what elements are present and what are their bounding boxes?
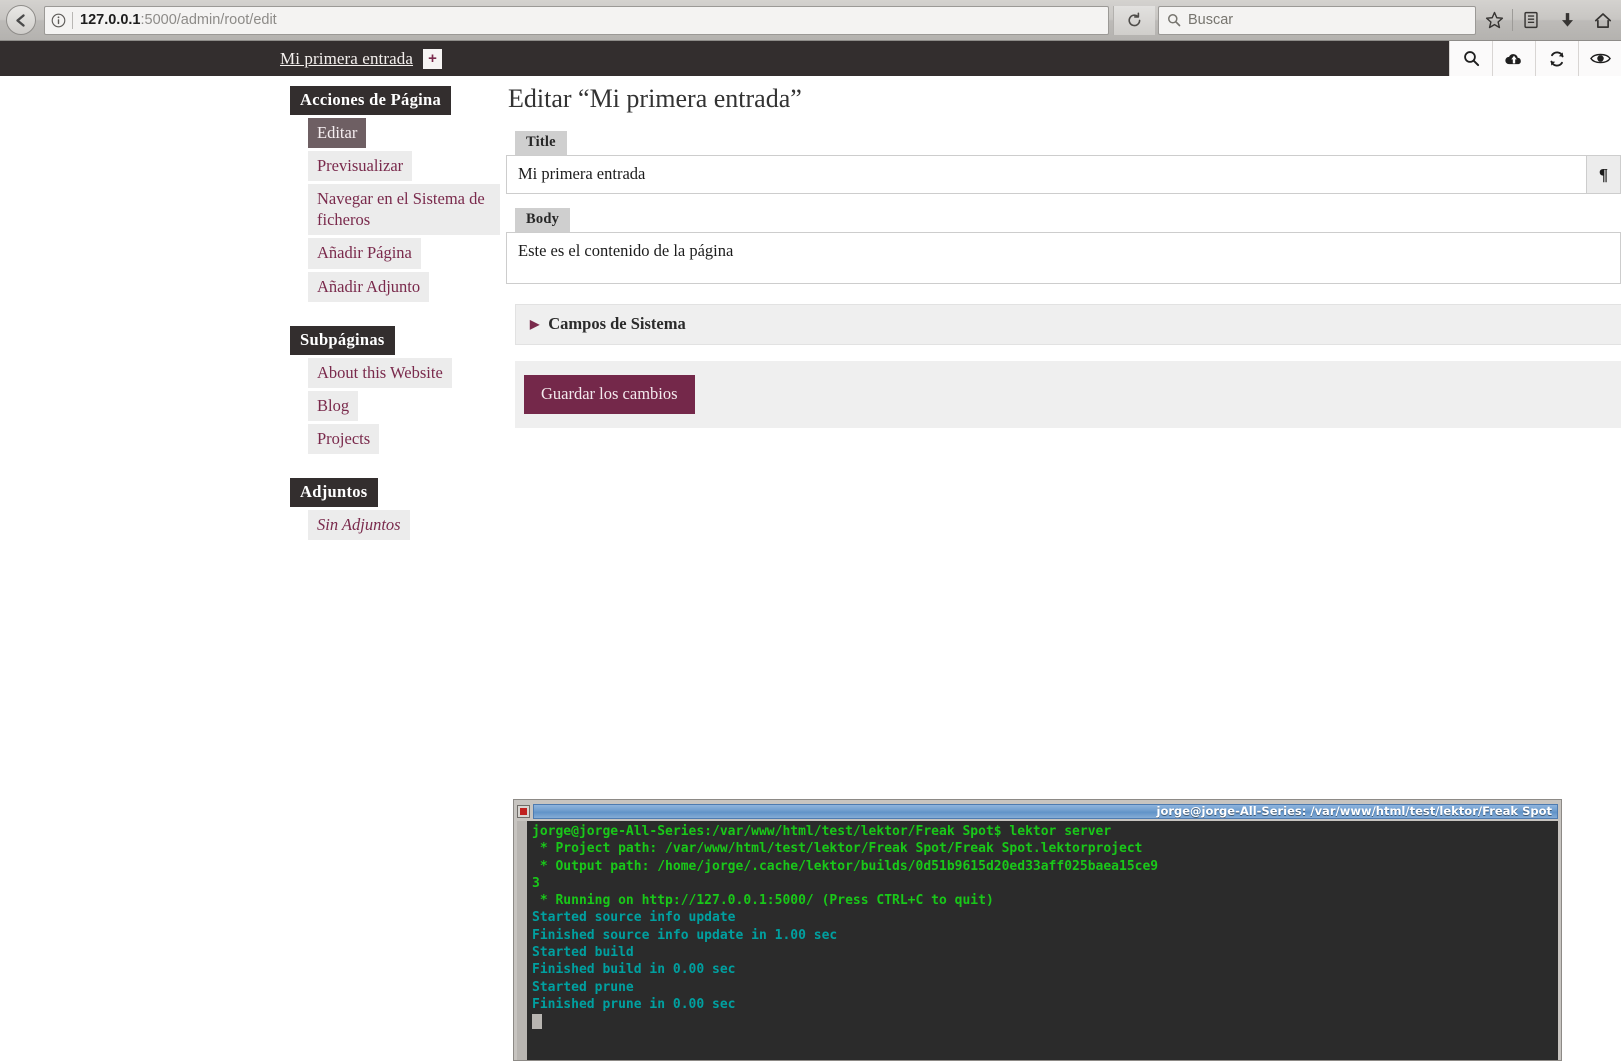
url-bar[interactable]: 127.0.0.1:5000/admin/root/edit bbox=[44, 6, 1109, 35]
sidebar-item-navegar-sistema-ficheros[interactable]: Navegar en el Sistema de ficheros bbox=[308, 184, 500, 235]
field-label-body: Body bbox=[515, 208, 570, 232]
search-icon bbox=[1167, 13, 1181, 27]
save-button[interactable]: Guardar los cambios bbox=[524, 375, 695, 414]
system-fields-label: Campos de Sistema bbox=[548, 314, 686, 334]
sidebar-item-blog[interactable]: Blog bbox=[308, 391, 358, 421]
sidebar-list-attachments: Sin Adjuntos bbox=[288, 510, 500, 540]
sidebar-item-anadir-adjunto[interactable]: Añadir Adjunto bbox=[308, 272, 429, 302]
app-header: Mi primera entrada + bbox=[0, 41, 1621, 76]
sidebar-item-anadir-pagina[interactable]: Añadir Página bbox=[308, 238, 421, 268]
url-host: 127.0.0.1 bbox=[80, 12, 140, 28]
terminal-line: Finished build in 0.00 sec bbox=[532, 961, 1558, 978]
refresh-icon[interactable] bbox=[1535, 41, 1578, 76]
list-item: Añadir Página bbox=[288, 238, 500, 268]
sidebar-heading-page-actions: Acciones de Página bbox=[290, 86, 451, 115]
back-arrow-icon[interactable] bbox=[6, 5, 36, 35]
field-title: Title Mi primera entrada ¶ bbox=[506, 131, 1621, 194]
add-tab-button[interactable]: + bbox=[423, 49, 442, 69]
chevron-right-icon: ▶ bbox=[530, 318, 539, 330]
field-box-body: Este es el contenido de la página bbox=[506, 232, 1621, 284]
pilcrow-icon[interactable]: ¶ bbox=[1586, 156, 1620, 193]
page-title: Editar “Mi primera entrada” bbox=[508, 84, 1621, 114]
sidebar-item-editar[interactable]: Editar bbox=[308, 118, 366, 148]
list-item: Projects bbox=[288, 424, 500, 454]
terminal-line: 3 bbox=[532, 875, 1558, 892]
terminal-window: jorge@jorge-All-Series: /var/www/html/te… bbox=[513, 799, 1562, 1061]
terminal-line: Finished prune in 0.00 sec bbox=[532, 996, 1558, 1013]
list-item: Previsualizar bbox=[288, 151, 500, 181]
terminal-title-strip: jorge@jorge-All-Series: /var/www/html/te… bbox=[533, 804, 1558, 819]
terminal-line: Started source info update bbox=[532, 909, 1558, 926]
tab-mi-primera-entrada[interactable]: Mi primera entrada bbox=[280, 49, 413, 69]
terminal-app-icon bbox=[517, 805, 530, 818]
browser-toolbar-icons bbox=[1476, 3, 1621, 37]
terminal-titlebar[interactable]: jorge@jorge-All-Series: /var/www/html/te… bbox=[517, 803, 1558, 819]
list-item: Sin Adjuntos bbox=[288, 510, 500, 540]
list-item: About this Website bbox=[288, 358, 500, 388]
field-label-title: Title bbox=[515, 131, 567, 155]
preview-eye-icon[interactable] bbox=[1578, 41, 1621, 76]
body-textarea[interactable]: Este es el contenido de la página bbox=[507, 233, 1620, 283]
list-item: Editar bbox=[288, 118, 500, 148]
terminal-cursor bbox=[532, 1014, 542, 1029]
terminal-body: jorge@jorge-All-Series:/var/www/html/tes… bbox=[517, 821, 1558, 1060]
terminal-line: * Output path: /home/jorge/.cache/lektor… bbox=[532, 858, 1558, 875]
terminal-line: * Project path: /var/www/html/test/lekto… bbox=[532, 840, 1558, 857]
downloads-icon[interactable] bbox=[1549, 3, 1585, 37]
sidebar-heading-attachments: Adjuntos bbox=[290, 478, 378, 507]
terminal-line: * Running on http://127.0.0.1:5000/ (Pre… bbox=[532, 892, 1558, 909]
app-action-icons bbox=[1449, 41, 1621, 76]
reload-icon[interactable] bbox=[1113, 6, 1155, 35]
bookmark-star-icon[interactable] bbox=[1476, 3, 1512, 37]
home-icon[interactable] bbox=[1585, 3, 1621, 37]
main-content: Editar “Mi primera entrada” Title Mi pri… bbox=[506, 84, 1621, 428]
library-icon[interactable] bbox=[1513, 3, 1549, 37]
save-bar: Guardar los cambios bbox=[515, 361, 1621, 428]
sidebar-item-previsualizar[interactable]: Previsualizar bbox=[308, 151, 412, 181]
url-text: 127.0.0.1:5000/admin/root/edit bbox=[80, 12, 277, 28]
publish-cloud-icon[interactable] bbox=[1492, 41, 1535, 76]
field-box-title: Mi primera entrada ¶ bbox=[506, 155, 1621, 194]
page-info-icon[interactable] bbox=[45, 13, 71, 28]
url-divider bbox=[72, 12, 73, 29]
field-body: Body Este es el contenido de la página bbox=[506, 208, 1621, 284]
url-path: :5000/admin/root/edit bbox=[140, 12, 276, 28]
terminal-screen[interactable]: jorge@jorge-All-Series:/var/www/html/tes… bbox=[528, 821, 1558, 1060]
list-item: Navegar en el Sistema de ficheros bbox=[288, 184, 500, 235]
list-item: Añadir Adjunto bbox=[288, 272, 500, 302]
terminal-line: Started build bbox=[532, 944, 1558, 961]
terminal-line: Finished source info update in 1.00 sec bbox=[532, 927, 1558, 944]
app-tab-group: Mi primera entrada + bbox=[280, 49, 442, 69]
sidebar-heading-subpages: Subpáginas bbox=[290, 326, 395, 355]
sidebar: Acciones de Página Editar Previsualizar … bbox=[288, 86, 500, 543]
title-input[interactable]: Mi primera entrada bbox=[507, 156, 1586, 193]
sidebar-item-projects[interactable]: Projects bbox=[308, 424, 379, 454]
find-files-icon[interactable] bbox=[1449, 41, 1492, 76]
terminal-scrollbar[interactable] bbox=[517, 821, 528, 1060]
list-item: Blog bbox=[288, 391, 500, 421]
sidebar-list-page-actions: Editar Previsualizar Navegar en el Siste… bbox=[288, 118, 500, 302]
terminal-title: jorge@jorge-All-Series: /var/www/html/te… bbox=[1157, 804, 1553, 818]
terminal-line: jorge@jorge-All-Series:/var/www/html/tes… bbox=[532, 823, 1558, 840]
sidebar-item-about-this-website[interactable]: About this Website bbox=[308, 358, 452, 388]
browser-chrome: 127.0.0.1:5000/admin/root/edit Buscar bbox=[0, 0, 1621, 41]
page-body: Acciones de Página Editar Previsualizar … bbox=[0, 76, 1621, 985]
system-fields-toggle[interactable]: ▶ Campos de Sistema bbox=[515, 304, 1621, 345]
sidebar-list-subpages: About this Website Blog Projects bbox=[288, 358, 500, 454]
search-placeholder: Buscar bbox=[1188, 12, 1233, 28]
search-input[interactable]: Buscar bbox=[1158, 6, 1476, 35]
sidebar-item-sin-adjuntos: Sin Adjuntos bbox=[308, 510, 410, 540]
terminal-line: Started prune bbox=[532, 979, 1558, 996]
